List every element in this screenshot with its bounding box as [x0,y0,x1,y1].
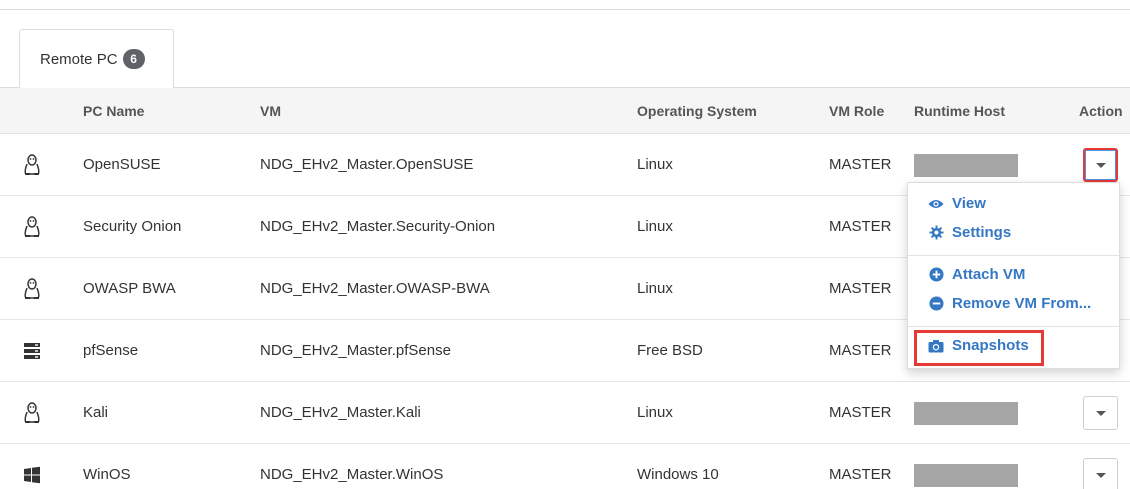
pc-name: pfSense [83,342,139,359]
menu-item-settings[interactable]: Settings [928,224,1011,241]
chevron-down-icon [1095,162,1106,168]
runtime-host-redacted [914,154,1018,177]
vm-role: MASTER [829,156,892,173]
pc-name: WinOS [83,466,131,483]
eye-icon [928,196,944,212]
os-name: Free BSD [637,342,703,359]
server-icon [22,339,42,363]
pc-name: OWASP BWA [83,280,176,297]
tab-label: Remote PC [40,50,118,68]
tab-remote-pc[interactable]: Remote PC 6 [19,29,174,88]
chevron-down-icon [1095,472,1106,478]
action-dropdown-button[interactable] [1083,458,1118,489]
menu-item-remove-vm[interactable]: Remove VM From... [928,295,1091,312]
linux-icon [22,153,42,177]
vm-role: MASTER [829,280,892,297]
menu-label-view: View [952,195,986,212]
table-row: WinOS NDG_EHv2_Master.WinOS Windows 10 M… [0,444,1130,489]
vm-name: NDG_EHv2_Master.Security-Onion [260,218,496,235]
linux-icon [22,277,42,301]
plus-circle-icon [928,267,944,283]
linux-icon [22,401,42,425]
col-role[interactable]: VM Role [829,88,884,134]
menu-label-snapshots: Snapshots [952,337,1029,354]
pc-name: Kali [83,404,109,421]
runtime-host-redacted [914,402,1018,425]
vm-role: MASTER [829,342,892,359]
vm-name: NDG_EHv2_Master.Kali [260,404,421,421]
os-name: Linux [637,404,673,421]
col-os[interactable]: Operating System [637,88,757,134]
col-action: Action [1079,103,1123,119]
pc-name: Security Onion [83,218,182,235]
os-name: Linux [637,218,673,235]
camera-icon [928,338,944,354]
vm-role: MASTER [829,404,892,421]
menu-label-settings: Settings [952,224,1012,241]
gear-icon [928,225,944,241]
vm-name: NDG_EHv2_Master.OWASP-BWA [260,280,490,297]
count-badge: 6 [122,49,145,69]
vm-name: NDG_EHv2_Master.OpenSUSE [260,156,474,173]
vm-name: NDG_EHv2_Master.WinOS [260,466,444,483]
action-dropdown-button[interactable] [1083,148,1118,182]
action-dropdown-button[interactable] [1083,396,1118,430]
col-host[interactable]: Runtime Host [914,88,1005,134]
menu-label-attach: Attach VM [952,266,1026,283]
menu-divider [908,255,1119,256]
os-name: Linux [637,156,673,173]
chevron-down-icon [1095,410,1106,416]
menu-divider [908,326,1119,327]
menu-label-remove: Remove VM From... [952,295,1092,312]
col-vm[interactable]: VM [260,88,281,134]
os-name: Linux [637,280,673,297]
vm-name: NDG_EHv2_Master.pfSense [260,342,451,359]
runtime-host-redacted [914,464,1018,487]
menu-item-snapshots[interactable]: Snapshots [928,337,1029,354]
os-name: Windows 10 [637,466,719,483]
vm-role: MASTER [829,218,892,235]
action-menu: View Settings Attach VM Remove VM From..… [907,182,1120,369]
pc-name: OpenSUSE [83,156,161,173]
menu-item-attach-vm[interactable]: Attach VM [928,266,1025,283]
col-pc-name[interactable]: PC Name [83,88,144,134]
linux-icon [22,215,42,239]
minus-circle-icon [928,296,944,312]
table-row: Kali NDG_EHv2_Master.Kali Linux MASTER [0,382,1130,444]
windows-icon [22,463,42,487]
vm-role: MASTER [829,466,892,483]
table-header: PC Name VM Operating System VM Role Runt… [0,88,1130,134]
menu-item-view[interactable]: View [928,195,986,212]
